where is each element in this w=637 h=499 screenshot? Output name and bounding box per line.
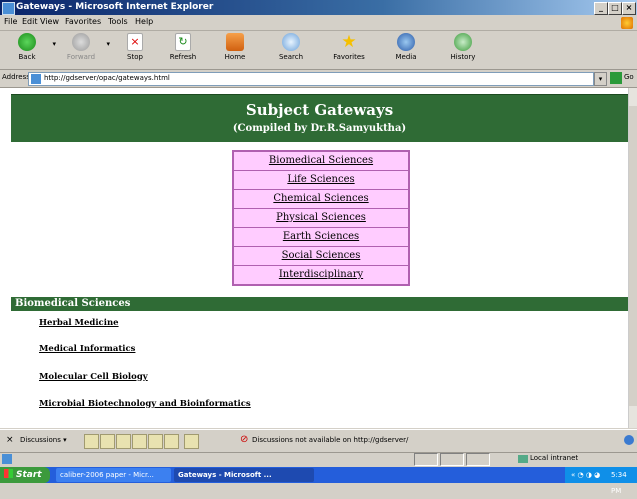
search-icon bbox=[282, 33, 300, 51]
status-bar: Local intranet bbox=[0, 452, 637, 466]
media-button[interactable]: Media bbox=[383, 32, 429, 68]
forward-arrow-icon bbox=[72, 33, 90, 51]
favorites-button[interactable]: ★ Favorites bbox=[326, 32, 372, 68]
intranet-zone-icon bbox=[518, 455, 528, 463]
menu-favorites[interactable]: Favorites bbox=[65, 17, 101, 26]
stop-button[interactable]: × Stop bbox=[112, 32, 158, 68]
history-icon bbox=[454, 33, 472, 51]
media-icon bbox=[397, 33, 415, 51]
minimize-button[interactable]: _ bbox=[594, 2, 608, 15]
windows-logo-icon bbox=[621, 17, 633, 29]
go-button[interactable]: Go bbox=[624, 73, 634, 81]
scrollbar-thumb[interactable] bbox=[629, 106, 637, 406]
address-dropdown-icon[interactable]: ▾ bbox=[594, 72, 607, 86]
discussion-tool-icon[interactable] bbox=[184, 434, 199, 449]
refresh-icon: ↻ bbox=[175, 33, 191, 51]
section-link-medical-informatics[interactable]: Medical Informatics bbox=[39, 344, 135, 354]
window-title-bar[interactable]: Gateways - Microsoft Internet Explorer _… bbox=[0, 0, 637, 15]
discussion-message: Discussions not available on http://gdse… bbox=[252, 436, 409, 444]
clock: 5:34 PM bbox=[611, 471, 627, 495]
favorites-star-icon: ★ bbox=[341, 32, 357, 52]
menu-help[interactable]: Help bbox=[135, 17, 153, 26]
refresh-button[interactable]: ↻ Refresh bbox=[160, 32, 206, 68]
discussion-tool-icon[interactable] bbox=[164, 434, 179, 449]
windows-flag-icon bbox=[4, 469, 13, 478]
system-tray: « ◔ ◑ ◕ 5:34 PM bbox=[565, 467, 637, 495]
discussion-tool-icon[interactable] bbox=[132, 434, 147, 449]
subject-link-earth[interactable]: Earth Sciences bbox=[234, 228, 408, 246]
taskbar-item-word[interactable]: caliber-2006 paper - Micr... bbox=[56, 468, 171, 482]
discussions-menu[interactable]: Discussions ▾ bbox=[20, 436, 67, 444]
tray-icons[interactable]: « ◔ ◑ ◕ bbox=[571, 467, 600, 483]
discussion-tool-icon[interactable] bbox=[84, 434, 99, 449]
discussion-tool-icon[interactable] bbox=[100, 434, 115, 449]
page-title: Subject Gateways bbox=[245, 101, 394, 119]
back-dropdown-icon[interactable]: ▾ bbox=[52, 40, 56, 48]
subject-link-social[interactable]: Social Sciences bbox=[234, 247, 408, 265]
status-pane bbox=[466, 453, 490, 466]
close-discussion-icon[interactable]: × bbox=[6, 435, 14, 445]
taskbar-item-ie[interactable]: Gateways - Microsoft ... bbox=[174, 468, 314, 482]
subject-menu: Biomedical Sciences Life Sciences Chemic… bbox=[232, 150, 410, 286]
address-label: Address bbox=[2, 73, 30, 81]
page-content: Subject Gateways (Compiled by Dr.R.Samyu… bbox=[0, 88, 629, 428]
address-bar: Address http://gdserver/opac/gateways.ht… bbox=[0, 70, 637, 88]
subject-link-biomedical[interactable]: Biomedical Sciences bbox=[234, 152, 408, 170]
go-arrow-icon[interactable] bbox=[610, 72, 622, 84]
standard-toolbar: Back ▾ Forward ▾ × Stop ↻ Refresh Home S… bbox=[0, 31, 637, 70]
security-zone: Local intranet bbox=[530, 454, 579, 462]
taskbar: Start caliber-2006 paper - Micr... Gatew… bbox=[0, 467, 637, 495]
section-link-molecular-cell-biology[interactable]: Molecular Cell Biology bbox=[39, 372, 148, 382]
subject-link-interdisciplinary[interactable]: Interdisciplinary bbox=[234, 266, 408, 284]
section-link-herbal-medicine[interactable]: Herbal Medicine bbox=[39, 318, 119, 328]
stop-icon: × bbox=[127, 33, 143, 51]
address-input[interactable]: http://gdserver/opac/gateways.html bbox=[28, 72, 594, 86]
close-button[interactable]: × bbox=[622, 2, 636, 15]
status-page-icon bbox=[2, 454, 12, 464]
section-link-microbial-biotechnology[interactable]: Microbial Biotechnology and Bioinformati… bbox=[39, 399, 251, 409]
maximize-button[interactable]: □ bbox=[608, 2, 622, 15]
status-pane bbox=[440, 453, 464, 466]
menu-tools[interactable]: Tools bbox=[108, 17, 128, 26]
menu-bar: File Edit View Favorites Tools Help bbox=[0, 16, 637, 31]
window-title: Gateways - Microsoft Internet Explorer bbox=[16, 2, 214, 12]
vertical-scrollbar[interactable] bbox=[629, 88, 637, 428]
back-button[interactable]: Back ▾ bbox=[4, 32, 56, 68]
search-button[interactable]: Search bbox=[268, 32, 314, 68]
status-pane bbox=[414, 453, 438, 466]
menu-view[interactable]: View bbox=[40, 17, 59, 26]
page-subtitle: (Compiled by Dr.R.Samyuktha) bbox=[232, 123, 407, 134]
home-icon bbox=[226, 33, 244, 51]
subject-link-life[interactable]: Life Sciences bbox=[234, 171, 408, 189]
ie-icon bbox=[2, 2, 15, 15]
discussion-tool-icon[interactable] bbox=[148, 434, 163, 449]
forward-dropdown-icon[interactable]: ▾ bbox=[106, 40, 110, 48]
no-discussion-icon: ⊘ bbox=[240, 434, 249, 445]
address-url: http://gdserver/opac/gateways.html bbox=[44, 74, 170, 82]
subject-link-chemical[interactable]: Chemical Sciences bbox=[234, 190, 408, 208]
menu-edit[interactable]: Edit bbox=[22, 17, 38, 26]
section-heading: Biomedical Sciences bbox=[11, 297, 628, 311]
discussion-bar: × Discussions ▾ ⊘ Discussions not availa… bbox=[0, 429, 637, 453]
subject-link-physical[interactable]: Physical Sciences bbox=[234, 209, 408, 227]
history-button[interactable]: History bbox=[440, 32, 486, 68]
forward-button[interactable]: Forward ▾ bbox=[58, 32, 110, 68]
discussion-tool-icon[interactable] bbox=[116, 434, 131, 449]
start-button[interactable]: Start bbox=[0, 467, 50, 483]
home-button[interactable]: Home bbox=[212, 32, 258, 68]
back-arrow-icon bbox=[18, 33, 36, 51]
menu-file[interactable]: File bbox=[4, 17, 17, 26]
globe-icon bbox=[624, 435, 634, 445]
page-icon bbox=[31, 74, 41, 84]
page-header: Subject Gateways (Compiled by Dr.R.Samyu… bbox=[11, 94, 628, 142]
